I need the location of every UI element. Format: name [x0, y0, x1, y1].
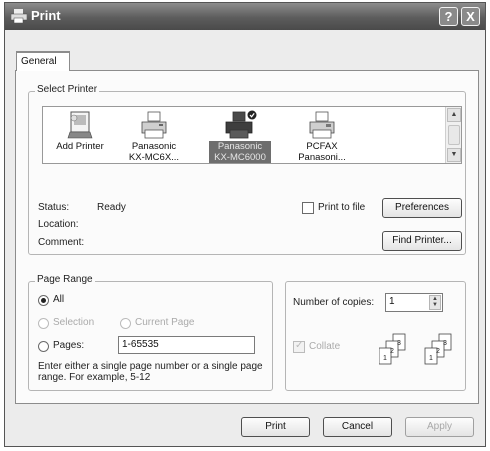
printer-item-panasonic-selected[interactable]: Panasonic KX-MC6000	[209, 107, 271, 163]
scroll-thumb[interactable]	[448, 125, 460, 145]
help-button[interactable]: ?	[439, 7, 458, 26]
svg-text:3: 3	[443, 340, 447, 347]
printer-name: Panasonic KX-MC6000	[209, 141, 271, 163]
svg-text:2: 2	[390, 348, 394, 355]
checkmark-icon: ✓	[295, 340, 304, 351]
copies-value[interactable]: 1	[389, 296, 395, 307]
add-printer-icon	[67, 111, 93, 139]
window-title: Print	[31, 8, 61, 23]
svg-text:1: 1	[383, 355, 387, 362]
svg-text:1: 1	[429, 355, 433, 362]
cancel-button[interactable]: Cancel	[323, 417, 392, 437]
status-value: Ready	[97, 202, 126, 213]
close-button[interactable]: X	[461, 7, 480, 26]
printer-name: Add Printer	[56, 141, 104, 152]
printer-list-scrollbar[interactable]: ▲ ▼	[445, 107, 461, 163]
scroll-up-icon[interactable]: ▲	[447, 108, 461, 122]
number-of-copies-label: Number of copies:	[293, 297, 375, 308]
all-label[interactable]: All	[53, 294, 64, 305]
tab-general[interactable]: General	[16, 51, 70, 71]
scroll-down-icon[interactable]: ▼	[447, 148, 461, 162]
pages-label[interactable]: Pages:	[53, 340, 84, 351]
apply-button[interactable]: Apply	[405, 417, 474, 437]
svg-text:3: 3	[397, 340, 401, 347]
printer-item-add-printer[interactable]: Add Printer	[49, 107, 111, 163]
svg-text:2: 2	[436, 348, 440, 355]
print-button[interactable]: Print	[241, 417, 310, 437]
find-printer-button[interactable]: Find Printer...	[382, 231, 462, 251]
printer-list[interactable]: Add Printer Panasonic KX-MC6X... Panason…	[42, 106, 462, 164]
spin-updown-icon[interactable]: ▲ ▼	[429, 295, 441, 310]
preferences-button[interactable]: Preferences	[382, 198, 462, 218]
select-printer-label: Select Printer	[35, 84, 100, 95]
tab-general-label: General	[21, 56, 57, 67]
current-page-label[interactable]: Current Page	[135, 317, 194, 328]
default-printer-icon	[225, 110, 257, 139]
printer-icon	[141, 111, 167, 139]
collate-icon: 123 123	[379, 333, 452, 365]
print-dialog: Print ? X General Select Printer Add Pri…	[4, 2, 486, 447]
page-range-label: Page Range	[35, 274, 95, 285]
page-range-hint: Enter either a single page number or a s…	[38, 361, 263, 383]
printer-icon	[11, 9, 27, 23]
printer-item-pcfax[interactable]: PCFAX Panasoni...	[291, 107, 353, 163]
selection-radio[interactable]	[38, 318, 49, 329]
collate-checkbox[interactable]: ✓	[293, 340, 305, 353]
title-bar[interactable]: Print ? X	[5, 3, 485, 30]
printer-item-panasonic-1[interactable]: Panasonic KX-MC6X...	[123, 107, 185, 163]
all-radio[interactable]	[38, 295, 49, 306]
fax-printer-icon	[309, 111, 335, 139]
print-to-file-checkbox[interactable]	[302, 202, 314, 214]
printer-name: PCFAX Panasoni...	[298, 141, 346, 163]
pages-input[interactable]: 1-65535	[118, 336, 255, 354]
selection-label[interactable]: Selection	[53, 317, 94, 328]
print-to-file-label[interactable]: Print to file	[318, 202, 365, 213]
collate-label: Collate	[309, 341, 341, 352]
comment-label: Comment:	[38, 237, 85, 248]
location-label: Location:	[38, 219, 79, 230]
status-label: Status:	[38, 202, 70, 213]
pages-radio[interactable]	[38, 341, 49, 352]
printer-name: Panasonic KX-MC6X...	[128, 141, 180, 163]
copies-spinner[interactable]: 1 ▲ ▼	[385, 293, 443, 312]
current-page-radio[interactable]	[120, 318, 131, 329]
